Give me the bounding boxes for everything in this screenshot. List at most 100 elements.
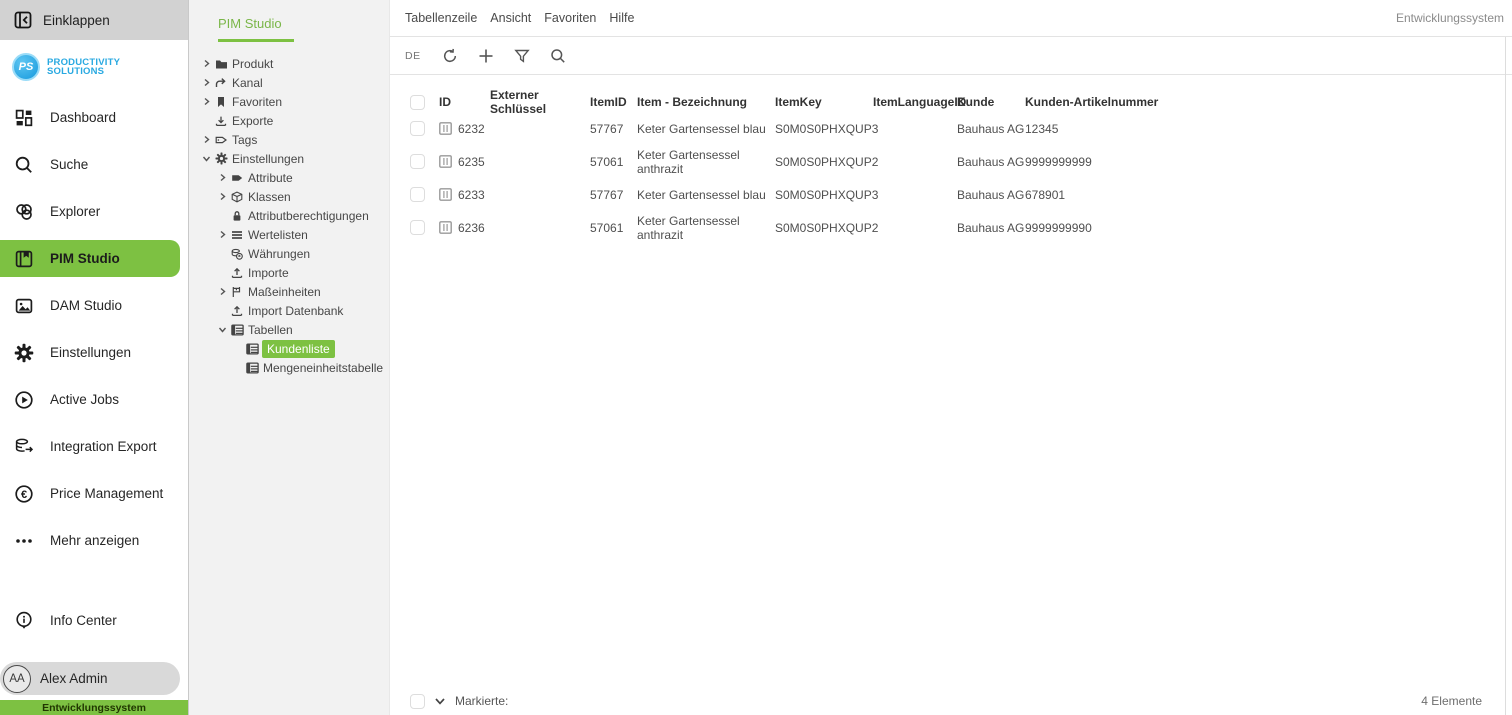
tree-item-import-datenbank[interactable]: Import Datenbank [189, 301, 389, 320]
tree-item-wertelisten[interactable]: Wertelisten [189, 225, 389, 244]
navigation-tree: Produkt Kanal Favoriten Exporte Tags Ein… [189, 54, 389, 377]
cell-artikelnummer: 9999999990 [1025, 221, 1512, 235]
tree-item-waehrungen[interactable]: Währungen [189, 244, 389, 263]
sidebar-item-dam-studio[interactable]: DAM Studio [0, 282, 188, 329]
column-header[interactable]: ItemKey [775, 95, 873, 109]
table-row[interactable]: 6235 57061 Keter Gartensessel anthrazit … [410, 145, 1512, 178]
sidebar-item-label: PIM Studio [50, 251, 120, 266]
table-row[interactable]: 6236 57061 Keter Gartensessel anthrazit … [410, 211, 1512, 244]
sidebar-item-label: Einstellungen [50, 345, 131, 360]
chevron-right-icon[interactable] [215, 192, 231, 201]
tree-item-tags[interactable]: Tags [189, 130, 389, 149]
sidebar-item-active-jobs[interactable]: Active Jobs [0, 376, 188, 423]
list-icon [231, 229, 247, 241]
sidebar-item-dashboard[interactable]: Dashboard [0, 94, 188, 141]
table-footer: Markierte: 4 Elemente [390, 687, 1512, 715]
collapse-sidebar-button[interactable]: Einklappen [0, 0, 188, 40]
column-header[interactable]: Item - Bezeichnung [637, 95, 775, 109]
table-icon [231, 324, 247, 336]
scrollbar-track[interactable] [1505, 37, 1506, 715]
marked-label: Markierte: [455, 694, 508, 708]
cell-itemkey: S0M0S0PHXQUP2 [775, 221, 873, 235]
menu-ansicht[interactable]: Ansicht [490, 11, 531, 25]
language-selector[interactable]: DE [405, 50, 421, 62]
sidebar-item-label: DAM Studio [50, 298, 122, 313]
tab-pim-studio[interactable]: PIM Studio [189, 0, 389, 42]
column-header[interactable]: Kunden-Artikelnummer [1025, 95, 1512, 109]
sidebar-item-integration-export[interactable]: Integration Export [0, 423, 188, 470]
cell-kunde: Bauhaus AG [957, 221, 1025, 235]
chevron-right-icon[interactable] [199, 135, 215, 144]
row-checkbox[interactable] [410, 220, 425, 235]
chevron-right-icon[interactable] [199, 59, 215, 68]
tree-item-kundenliste[interactable]: Kundenliste [189, 339, 389, 358]
channel-arrow-icon [215, 77, 231, 89]
row-checkbox[interactable] [410, 121, 425, 136]
tree-item-kanal[interactable]: Kanal [189, 73, 389, 92]
chevron-right-icon[interactable] [215, 173, 231, 182]
record-table-icon [439, 188, 452, 201]
sidebar-item-pim-studio[interactable]: PIM Studio [0, 235, 188, 282]
chevron-right-icon[interactable] [215, 230, 231, 239]
sidebar-item-label: Mehr anzeigen [50, 533, 139, 548]
sidebar-item-label: Active Jobs [50, 392, 119, 407]
add-button[interactable] [473, 43, 499, 69]
chevron-right-icon[interactable] [199, 97, 215, 106]
lock-icon [231, 210, 247, 222]
table-row[interactable]: 6232 57767 Keter Gartensessel blau S0M0S… [410, 112, 1512, 145]
column-header[interactable]: Kunde [957, 95, 1025, 109]
logo-text: PRODUCTIVITY SOLUTIONS [47, 58, 120, 77]
ellipsis-icon [14, 531, 34, 551]
tree-item-tabellen[interactable]: Tabellen [189, 320, 389, 339]
cell-itemid: 57061 [590, 221, 637, 235]
menu-favoriten[interactable]: Favoriten [544, 11, 596, 25]
tree-item-mengeneinheitstabelle[interactable]: Mengeneinheitstabelle [189, 358, 389, 377]
tree-item-einstellungen[interactable]: Einstellungen [189, 149, 389, 168]
chevron-down-icon[interactable] [199, 154, 215, 163]
tree-item-favoriten[interactable]: Favoriten [189, 92, 389, 111]
column-header[interactable]: ItemLanguageID [873, 95, 957, 109]
menu-hilfe[interactable]: Hilfe [609, 11, 634, 25]
tree-item-klassen[interactable]: Klassen [189, 187, 389, 206]
menu-tabellenzeile[interactable]: Tabellenzeile [405, 11, 477, 25]
sidebar-item-suche[interactable]: Suche [0, 141, 188, 188]
sidebar-item-mehr-anzeigen[interactable]: Mehr anzeigen [0, 517, 188, 564]
sidebar-item-label: Integration Export [50, 439, 157, 454]
tree-item-attributberechtigungen[interactable]: Attributberechtigungen [189, 206, 389, 225]
tree-item-attribute[interactable]: Attribute [189, 168, 389, 187]
footer-checkbox[interactable] [410, 694, 425, 709]
user-name: Alex Admin [40, 671, 108, 686]
box-icon [231, 191, 247, 203]
search-button[interactable] [545, 43, 571, 69]
search-icon [14, 155, 34, 175]
sidebar-item-einstellungen[interactable]: Einstellungen [0, 329, 188, 376]
cell-itemid: 57767 [590, 188, 637, 202]
user-menu[interactable]: AA Alex Admin [0, 662, 180, 695]
sidebar-item-info-center[interactable]: Info Center [0, 597, 188, 644]
tree-item-produkt[interactable]: Produkt [189, 54, 389, 73]
row-checkbox[interactable] [410, 154, 425, 169]
table-header-row: ID Externer Schlüssel ItemID Item - Beze… [410, 88, 1512, 112]
sidebar-item-price-management[interactable]: € Price Management [0, 470, 188, 517]
table-row[interactable]: 6233 57767 Keter Gartensessel blau S0M0S… [410, 178, 1512, 211]
column-header[interactable]: ItemID [590, 95, 637, 109]
cell-itemkey: S0M0S0PHXQUP3 [775, 188, 873, 202]
column-header[interactable]: Externer Schlüssel [490, 88, 590, 116]
chevron-down-icon[interactable] [434, 696, 446, 707]
chevron-right-icon[interactable] [215, 287, 231, 296]
tree-item-importe[interactable]: Importe [189, 263, 389, 282]
sidebar-item-explorer[interactable]: Explorer [0, 188, 188, 235]
select-all-checkbox[interactable] [410, 95, 425, 110]
refresh-button[interactable] [437, 43, 463, 69]
chevron-down-icon[interactable] [215, 325, 231, 334]
app-logo[interactable]: PS PRODUCTIVITY SOLUTIONS [0, 40, 188, 94]
gear-icon [215, 152, 231, 165]
column-header[interactable]: ID [439, 95, 490, 109]
chevron-right-icon[interactable] [199, 78, 215, 87]
tree-item-masseinheiten[interactable]: Maßeinheiten [189, 282, 389, 301]
filter-button[interactable] [509, 43, 535, 69]
tree-item-exporte[interactable]: Exporte [189, 111, 389, 130]
row-checkbox[interactable] [410, 187, 425, 202]
cell-artikelnummer: 9999999999 [1025, 155, 1512, 169]
cell-bezeichnung: Keter Gartensessel blau [637, 188, 775, 202]
